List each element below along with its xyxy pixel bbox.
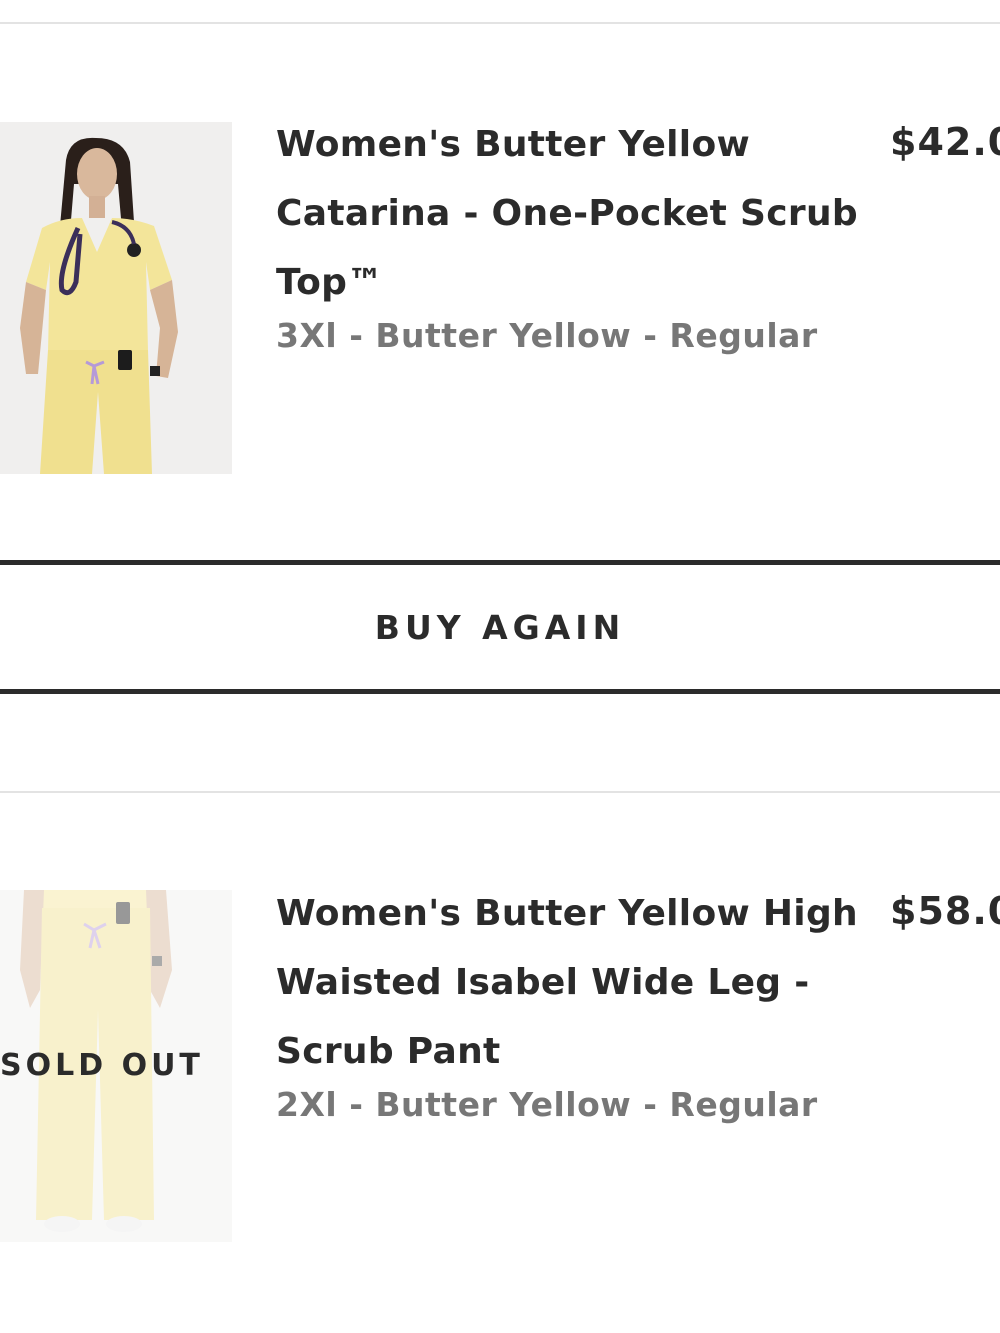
item-1-title-line: Top™	[276, 262, 384, 303]
product-image-scrub-pant[interactable]: SOLD OUT	[0, 890, 232, 1242]
item-1-title[interactable]: Women's Butter Yellow Catarina - One-Poc…	[276, 110, 866, 317]
item-2-title-line: Women's Butter Yellow High	[276, 893, 858, 934]
item-2-title-line: Waisted Isabel Wide Leg -	[276, 962, 810, 1003]
section-divider	[0, 791, 1000, 793]
sold-out-badge: SOLD OUT	[0, 1048, 204, 1083]
item-1-price: $42.0	[890, 120, 1000, 164]
top-divider	[0, 22, 1000, 24]
buy-again-label: BUY AGAIN	[374, 607, 626, 647]
item-2-price: $58.0	[890, 889, 1000, 933]
item-2-title-line: Scrub Pant	[276, 1031, 501, 1072]
item-1-variant: 3Xl - Butter Yellow - Regular	[276, 316, 818, 355]
item-2-variant: 2Xl - Butter Yellow - Regular	[276, 1085, 818, 1124]
item-1-title-line: Catarina - One-Pocket Scrub	[276, 193, 858, 234]
product-image-scrub-top[interactable]	[0, 122, 232, 474]
item-1-title-line: Women's Butter Yellow	[276, 124, 751, 165]
item-2-title[interactable]: Women's Butter Yellow High Waisted Isabe…	[276, 879, 866, 1086]
buy-again-button[interactable]: BUY AGAIN	[0, 560, 1000, 694]
scrub-top-model-illustration	[0, 122, 232, 474]
order-items-page: Women's Butter Yellow Catarina - One-Poc…	[0, 0, 1000, 1333]
